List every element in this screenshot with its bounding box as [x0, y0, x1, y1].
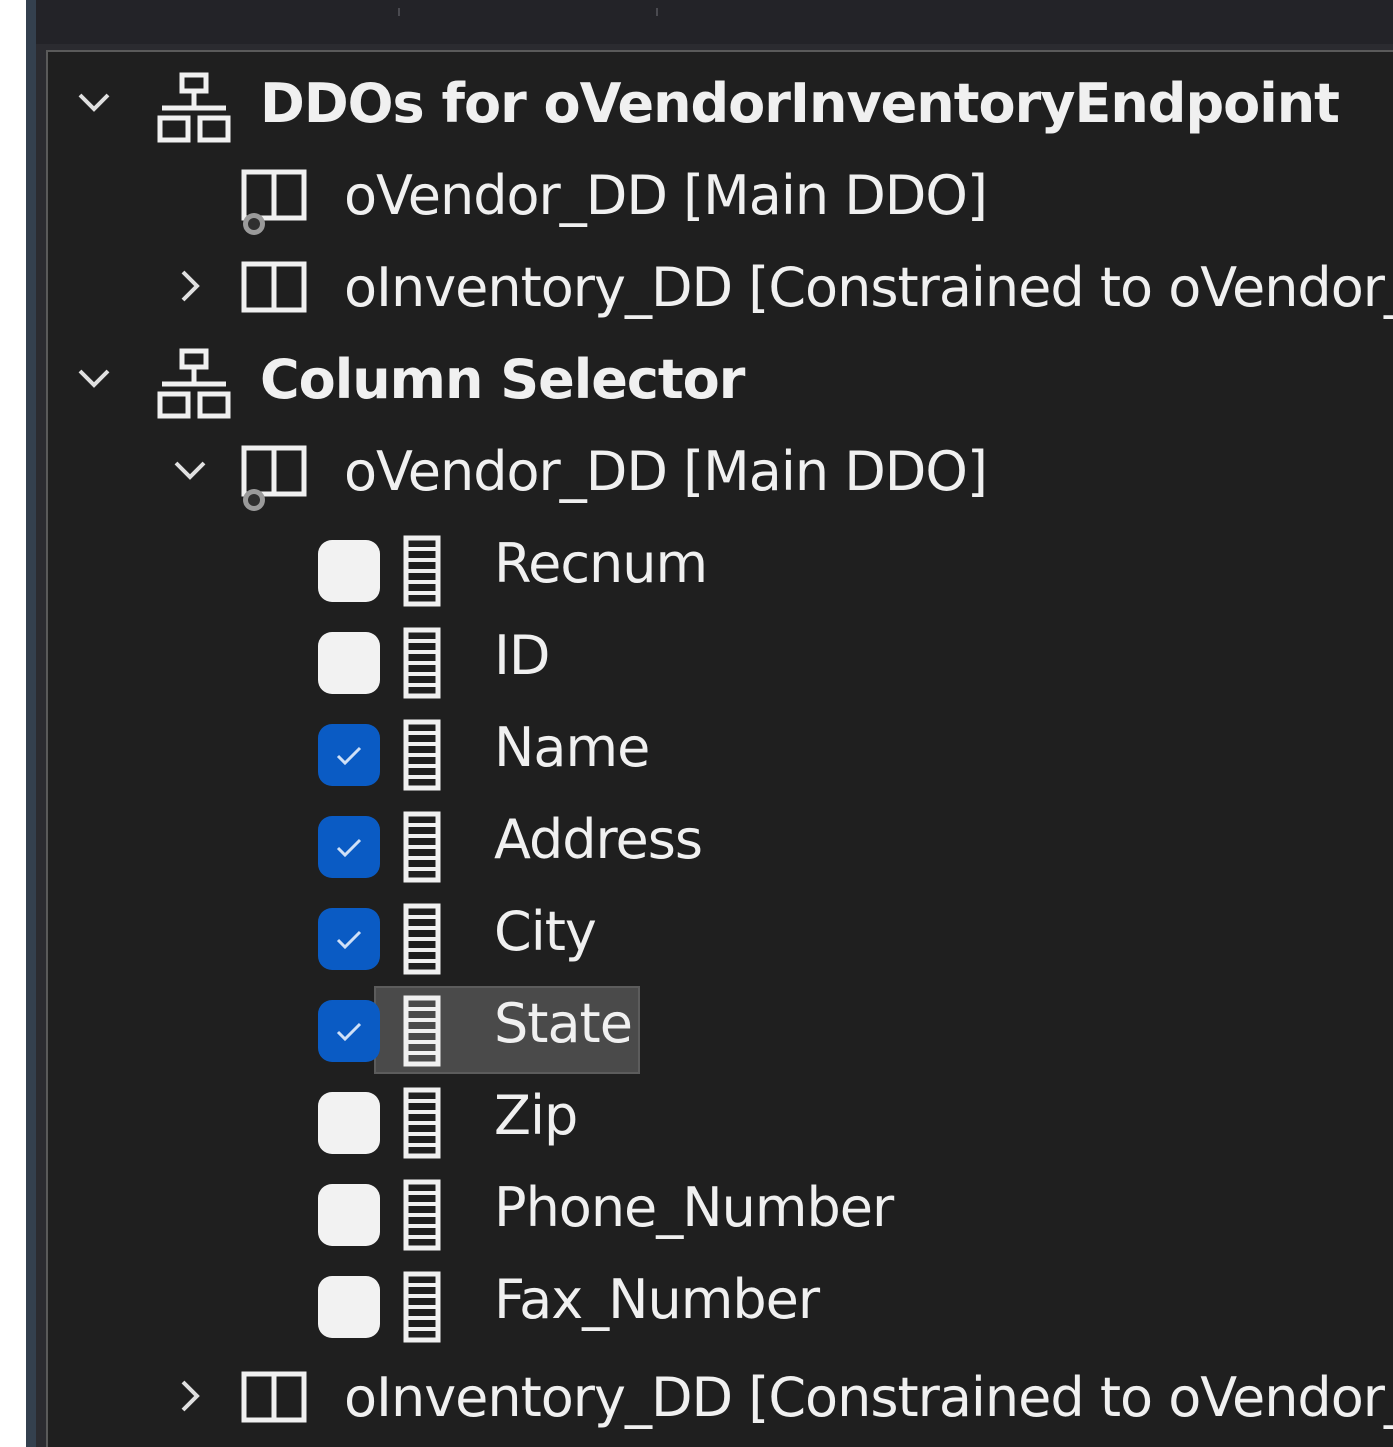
- column-label: Recnum: [494, 532, 708, 595]
- column-label: Zip: [494, 1084, 578, 1147]
- table-column-icon: [403, 811, 441, 883]
- column-checkbox[interactable]: [318, 816, 380, 878]
- column-checkbox[interactable]: [318, 908, 380, 970]
- tree-node-oinventory-dd[interactable]: oInventory_DD [Constrained to oVendor_DD…: [48, 242, 1393, 334]
- main-ddo-book-icon: [241, 169, 307, 235]
- column-label: State: [494, 992, 633, 1055]
- column-checkbox[interactable]: [318, 724, 380, 786]
- table-column-icon: [403, 903, 441, 975]
- table-column-icon: [403, 1087, 441, 1159]
- column-label: Name: [494, 716, 650, 779]
- column-checkbox[interactable]: [318, 1184, 380, 1246]
- table-column-icon: [403, 719, 441, 791]
- chevron-right-icon[interactable]: [168, 264, 212, 308]
- tree-node-label: oVendor_DD [Main DDO]: [344, 440, 988, 503]
- chevron-down-icon[interactable]: [72, 356, 116, 400]
- tree-panel: DDOs for oVendorInventoryEndpoint oVendo…: [26, 0, 1393, 1447]
- checkmark-icon: [336, 838, 362, 858]
- column-row[interactable]: ID: [48, 610, 1393, 702]
- column-row[interactable]: Phone_Number: [48, 1162, 1393, 1254]
- column-row[interactable]: City: [48, 886, 1393, 978]
- chevron-down-icon[interactable]: [168, 448, 212, 492]
- tree-node-label: DDOs for oVendorInventoryEndpoint: [260, 72, 1340, 135]
- column-row[interactable]: Recnum: [48, 518, 1393, 610]
- column-row[interactable]: Address: [48, 794, 1393, 886]
- column-checkbox[interactable]: [318, 540, 380, 602]
- column-checkbox[interactable]: [318, 1000, 380, 1062]
- tree-node-ovendor-dd[interactable]: oVendor_DD [Main DDO]: [48, 150, 1393, 242]
- chevron-down-icon[interactable]: [72, 80, 116, 124]
- main-ddo-book-icon: [241, 445, 307, 511]
- tree-node-label: oInventory_DD [Constrained to oVendor_DD…: [344, 1366, 1393, 1429]
- column-row[interactable]: State: [48, 978, 1393, 1074]
- column-label: Address: [494, 808, 703, 871]
- chevron-right-icon[interactable]: [168, 1374, 212, 1418]
- book-icon: [241, 1371, 307, 1423]
- hierarchy-icon: [157, 348, 231, 419]
- column-checkbox[interactable]: [318, 632, 380, 694]
- panel-header: [36, 0, 1393, 44]
- column-row[interactable]: Name: [48, 702, 1393, 794]
- hierarchy-icon: [157, 72, 231, 143]
- header-separator: [398, 8, 400, 16]
- tree-node-label: oVendor_DD [Main DDO]: [344, 164, 988, 227]
- table-column-icon: [403, 535, 441, 607]
- tree-node-ovendor-dd-columns[interactable]: oVendor_DD [Main DDO]: [48, 426, 1393, 518]
- column-label: Phone_Number: [494, 1176, 894, 1239]
- tree-node-ddos-group[interactable]: DDOs for oVendorInventoryEndpoint: [48, 58, 1393, 150]
- tree-node-column-selector-group[interactable]: Column Selector: [48, 334, 1393, 426]
- column-checkbox[interactable]: [318, 1276, 380, 1338]
- tree-view[interactable]: DDOs for oVendorInventoryEndpoint oVendo…: [46, 50, 1393, 1447]
- book-icon: [241, 261, 307, 313]
- window-frame: DDOs for oVendorInventoryEndpoint oVendo…: [0, 0, 1393, 1447]
- column-label: City: [494, 900, 597, 963]
- table-column-icon: [403, 1179, 441, 1251]
- table-column-icon: [403, 995, 441, 1067]
- tree-node-label: Column Selector: [260, 348, 745, 411]
- tree-node-oinventory-dd-columns[interactable]: oInventory_DD [Constrained to oVendor_DD…: [48, 1352, 1393, 1444]
- tree-node-label: oInventory_DD [Constrained to oVendor_DD…: [344, 256, 1393, 319]
- checkmark-icon: [336, 1022, 362, 1042]
- column-label: ID: [494, 624, 551, 687]
- checkmark-icon: [336, 930, 362, 950]
- table-column-icon: [403, 1271, 441, 1343]
- column-row[interactable]: Fax_Number: [48, 1254, 1393, 1346]
- checkmark-icon: [336, 746, 362, 766]
- header-separator: [656, 8, 658, 16]
- column-row[interactable]: Zip: [48, 1070, 1393, 1162]
- table-column-icon: [403, 627, 441, 699]
- column-label: Fax_Number: [494, 1268, 820, 1331]
- column-checkbox[interactable]: [318, 1092, 380, 1154]
